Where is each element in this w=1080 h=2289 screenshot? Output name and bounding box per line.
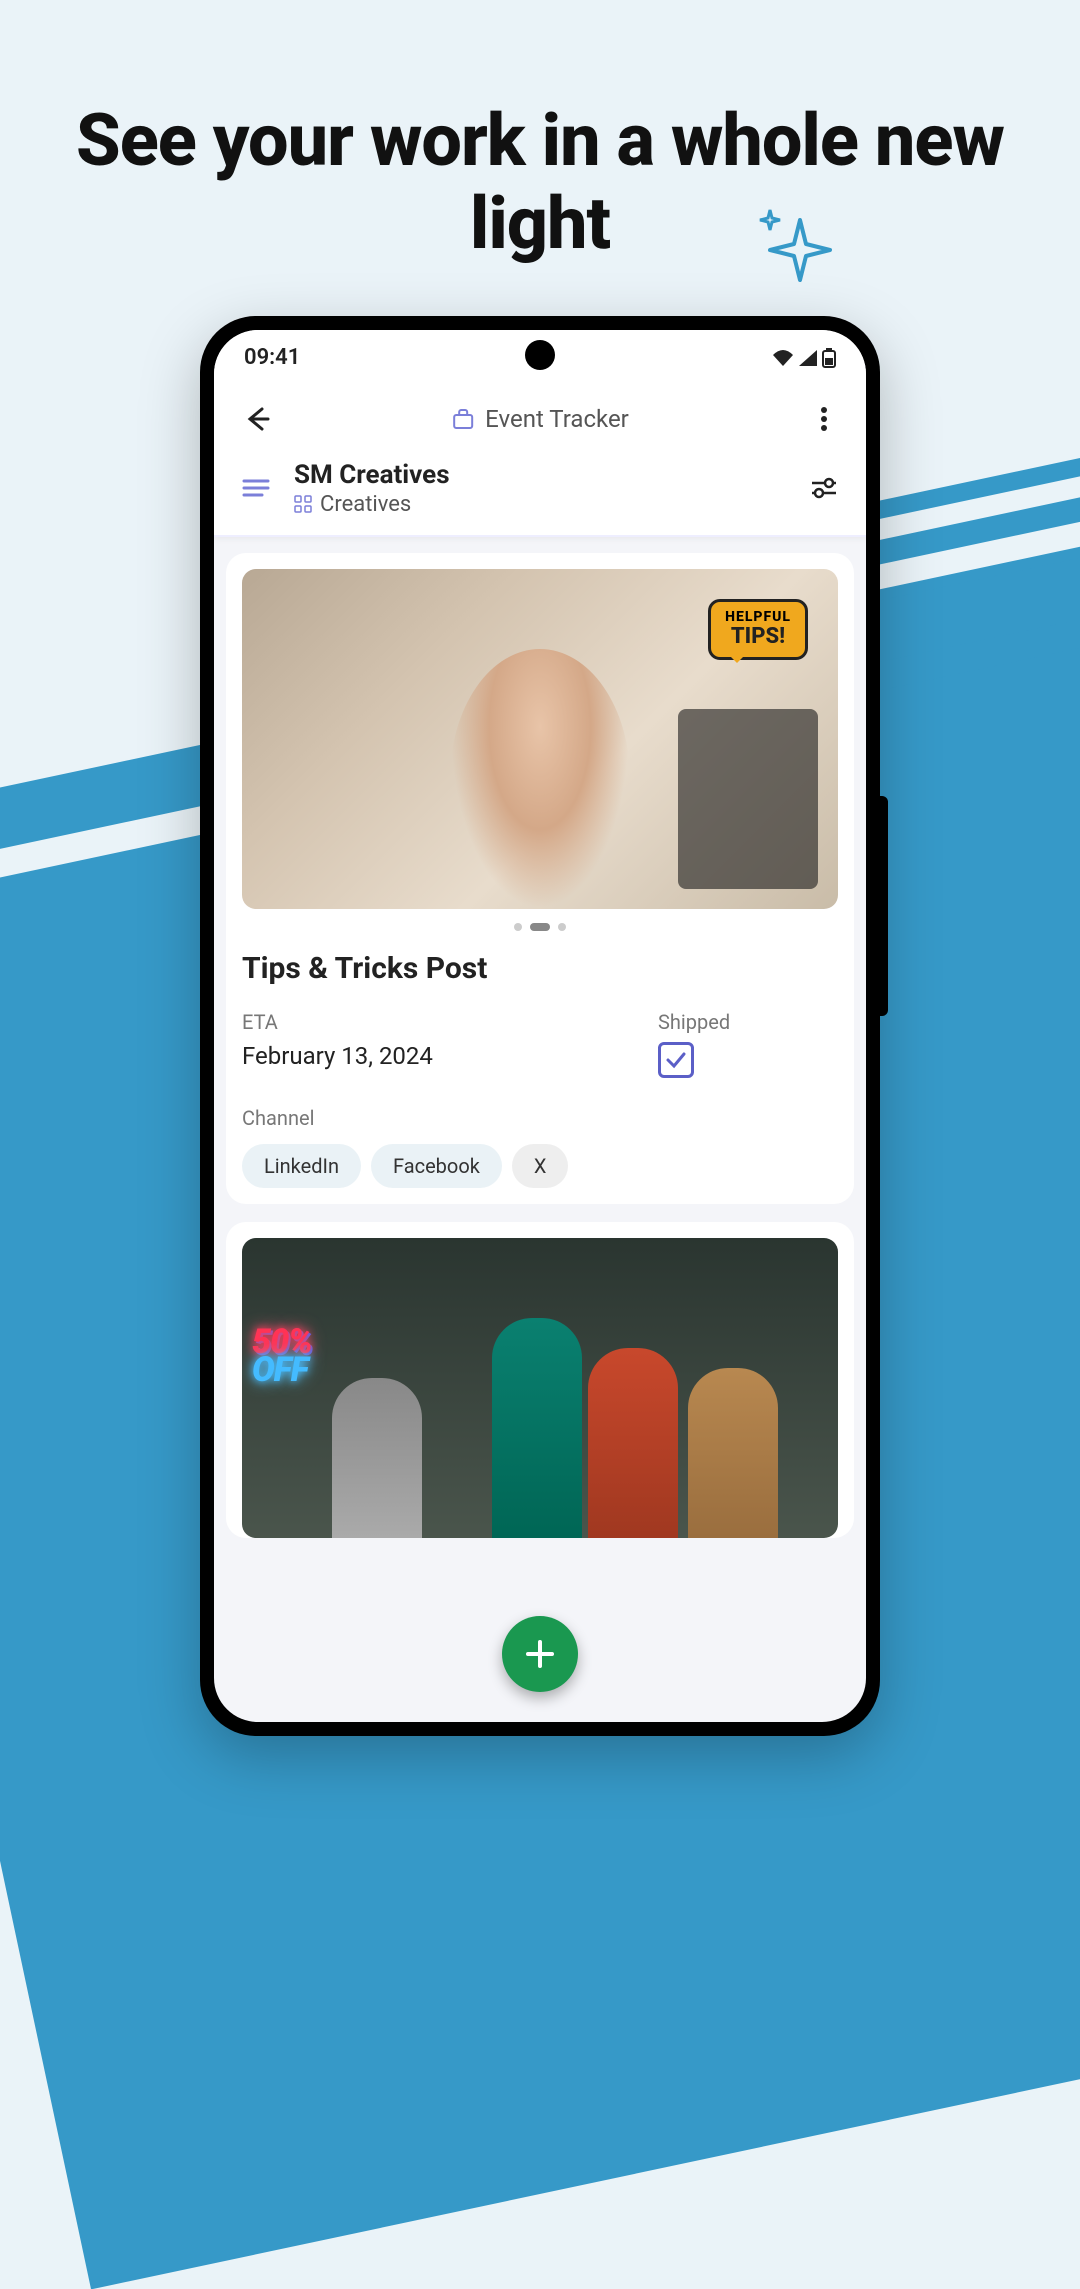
badge-big-text: TIPS! <box>725 625 791 649</box>
add-fab[interactable] <box>502 1616 578 1692</box>
card-title: Tips & Tricks Post <box>242 951 838 986</box>
subheader: SM Creatives Creatives <box>214 452 866 537</box>
shipped-checkbox[interactable] <box>658 1042 694 1078</box>
neon-off: OFF <box>252 1356 312 1385</box>
overflow-menu-button[interactable] <box>802 397 846 441</box>
back-arrow-icon <box>242 405 270 433</box>
statusbar-time: 09:41 <box>244 345 300 370</box>
channel-label: Channel <box>242 1106 838 1130</box>
filter-button[interactable] <box>802 466 846 510</box>
sliders-icon <box>810 477 838 499</box>
back-button[interactable] <box>234 397 278 441</box>
signal-icon <box>798 349 818 367</box>
carousel-dots[interactable] <box>242 923 838 931</box>
eta-value: February 13, 2024 <box>242 1042 618 1070</box>
chip-facebook[interactable]: Facebook <box>371 1144 502 1188</box>
marketing-headline: See your work in a whole new light <box>0 100 1080 266</box>
hamburger-button[interactable] <box>234 466 278 510</box>
board-subtitle: Creatives <box>320 492 411 517</box>
headline-text: See your work in a whole new light <box>60 100 1020 266</box>
grid-icon <box>294 495 312 513</box>
content-scroll[interactable]: HELPFUL TIPS! Tips & Tricks Post ETA Feb… <box>214 537 866 1554</box>
card-tips-tricks[interactable]: HELPFUL TIPS! Tips & Tricks Post ETA Feb… <box>226 553 854 1204</box>
dot[interactable] <box>514 923 522 931</box>
sparkle-icon <box>750 200 850 300</box>
check-icon <box>664 1048 688 1072</box>
dot[interactable] <box>558 923 566 931</box>
vertical-dots-icon <box>821 407 827 431</box>
appbar-title: Event Tracker <box>485 405 629 433</box>
tips-badge: HELPFUL TIPS! <box>708 599 808 661</box>
appbar: Event Tracker <box>214 386 866 452</box>
neon-sale-badge: 50% OFF <box>252 1328 312 1386</box>
chip-x[interactable]: X <box>512 1144 569 1188</box>
board-title: SM Creatives <box>294 460 786 490</box>
eta-label: ETA <box>242 1010 618 1034</box>
briefcase-icon <box>451 407 475 431</box>
board-subtitle-row: Creatives <box>294 492 786 517</box>
app-screen: 09:41 Event Tracker <box>214 330 866 1722</box>
card-image[interactable]: 50% OFF <box>242 1238 838 1538</box>
hamburger-icon <box>242 478 270 498</box>
badge-small-text: HELPFUL <box>725 610 791 625</box>
wifi-icon <box>772 349 794 367</box>
status-icons <box>772 348 836 368</box>
dot-active[interactable] <box>530 923 550 931</box>
battery-icon <box>822 348 836 368</box>
card-sale[interactable]: 50% OFF <box>226 1222 854 1538</box>
chip-linkedin[interactable]: LinkedIn <box>242 1144 361 1188</box>
camera-notch <box>525 340 555 370</box>
channel-chips: LinkedIn Facebook X <box>242 1144 838 1188</box>
phone-frame: 09:41 Event Tracker <box>200 316 880 1736</box>
statusbar: 09:41 <box>214 330 866 386</box>
card-image[interactable]: HELPFUL TIPS! <box>242 569 838 909</box>
shipped-label: Shipped <box>658 1010 838 1034</box>
plus-icon <box>522 1636 558 1672</box>
